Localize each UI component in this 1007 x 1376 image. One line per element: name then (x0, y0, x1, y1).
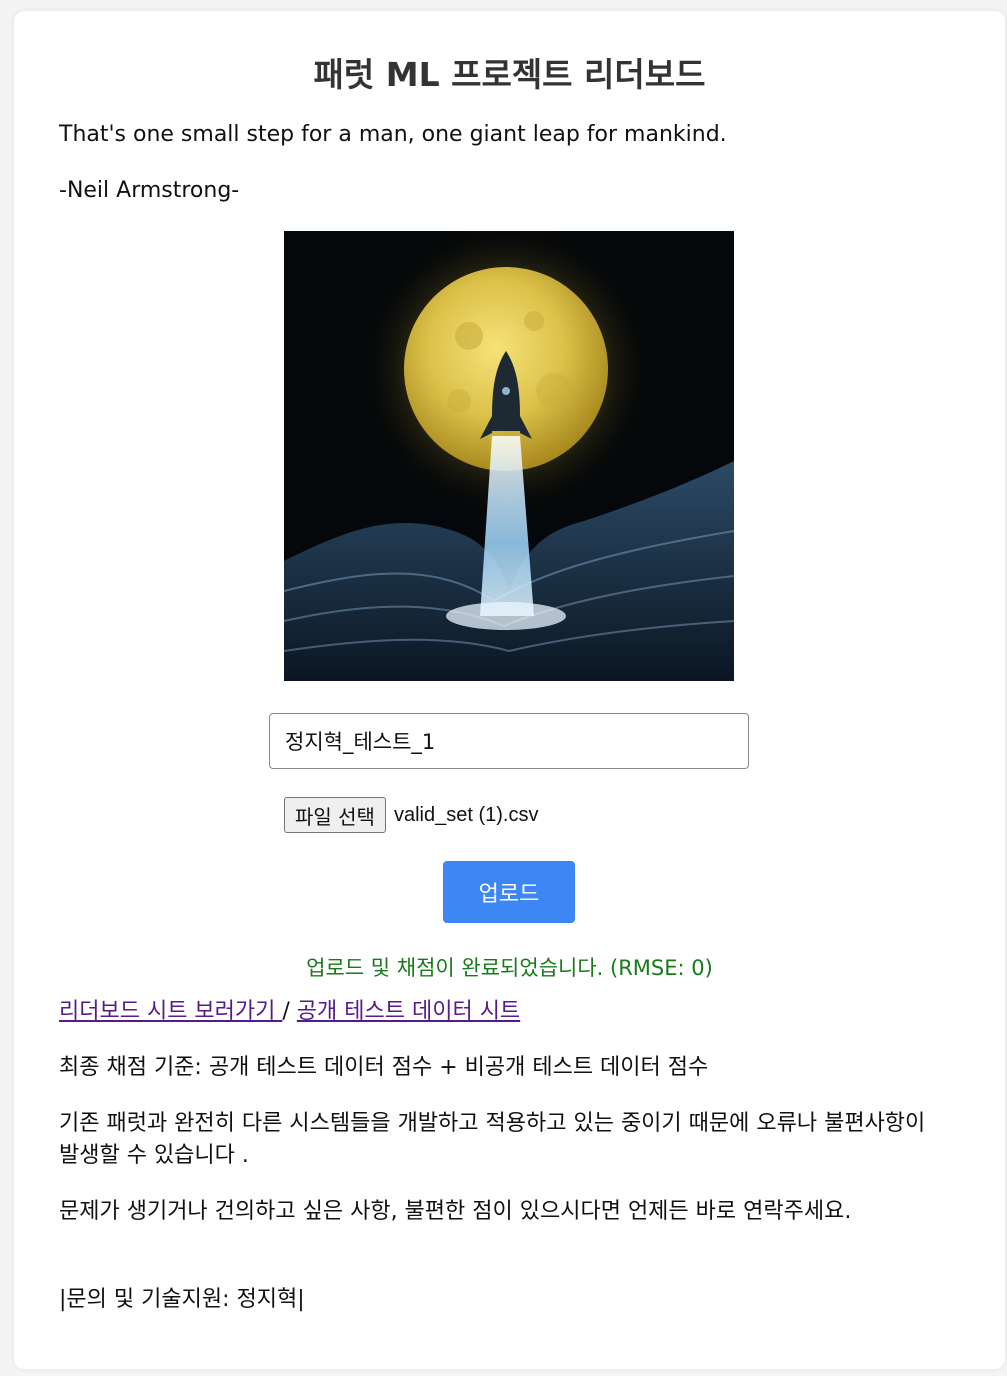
sheet-links: 리더보드 시트 보러가기 / 공개 테스트 데이터 시트 (59, 997, 520, 1027)
upload-button[interactable]: 업로드 (443, 861, 575, 923)
quote-text: That's one small step for a man, one gia… (59, 122, 727, 147)
leaderboard-sheet-link[interactable]: 리더보드 시트 보러가기 (59, 999, 282, 1024)
support-contact-text: |문의 및 기술지원: 정지혁| (59, 1287, 305, 1312)
page-title: 패럿 ML 프로젝트 리더보드 (313, 55, 706, 94)
public-test-data-sheet-link[interactable]: 공개 테스트 데이터 시트 (297, 999, 520, 1024)
link-separator: / (282, 999, 297, 1024)
upload-status-message: 업로드 및 채점이 완료되었습니다. (RMSE: 0) (306, 956, 713, 980)
rocket-moon-image (284, 231, 734, 681)
choose-file-button[interactable]: 파일 선택 (284, 797, 386, 833)
selected-file-name: valid_set (1).csv (393, 803, 539, 826)
name-input[interactable] (269, 713, 749, 769)
quote-author: -Neil Armstrong- (59, 178, 240, 203)
main-card: 패럿 ML 프로젝트 리더보드 That's one small step fo… (14, 11, 1005, 1369)
file-upload-row: 파일 선택 valid_set (1).csv (284, 796, 538, 834)
scoring-criteria-text: 최종 채점 기준: 공개 테스트 데이터 점수 + 비공개 테스트 데이터 점수 (59, 1055, 709, 1080)
contact-request-text: 문제가 생기거나 건의하고 싶은 사항, 불편한 점이 있으시다면 언제든 바로… (59, 1199, 852, 1224)
system-notice-text: 기존 패럿과 완전히 다른 시스템들을 개발하고 적용하고 있는 중이기 때문에… (59, 1111, 926, 1168)
